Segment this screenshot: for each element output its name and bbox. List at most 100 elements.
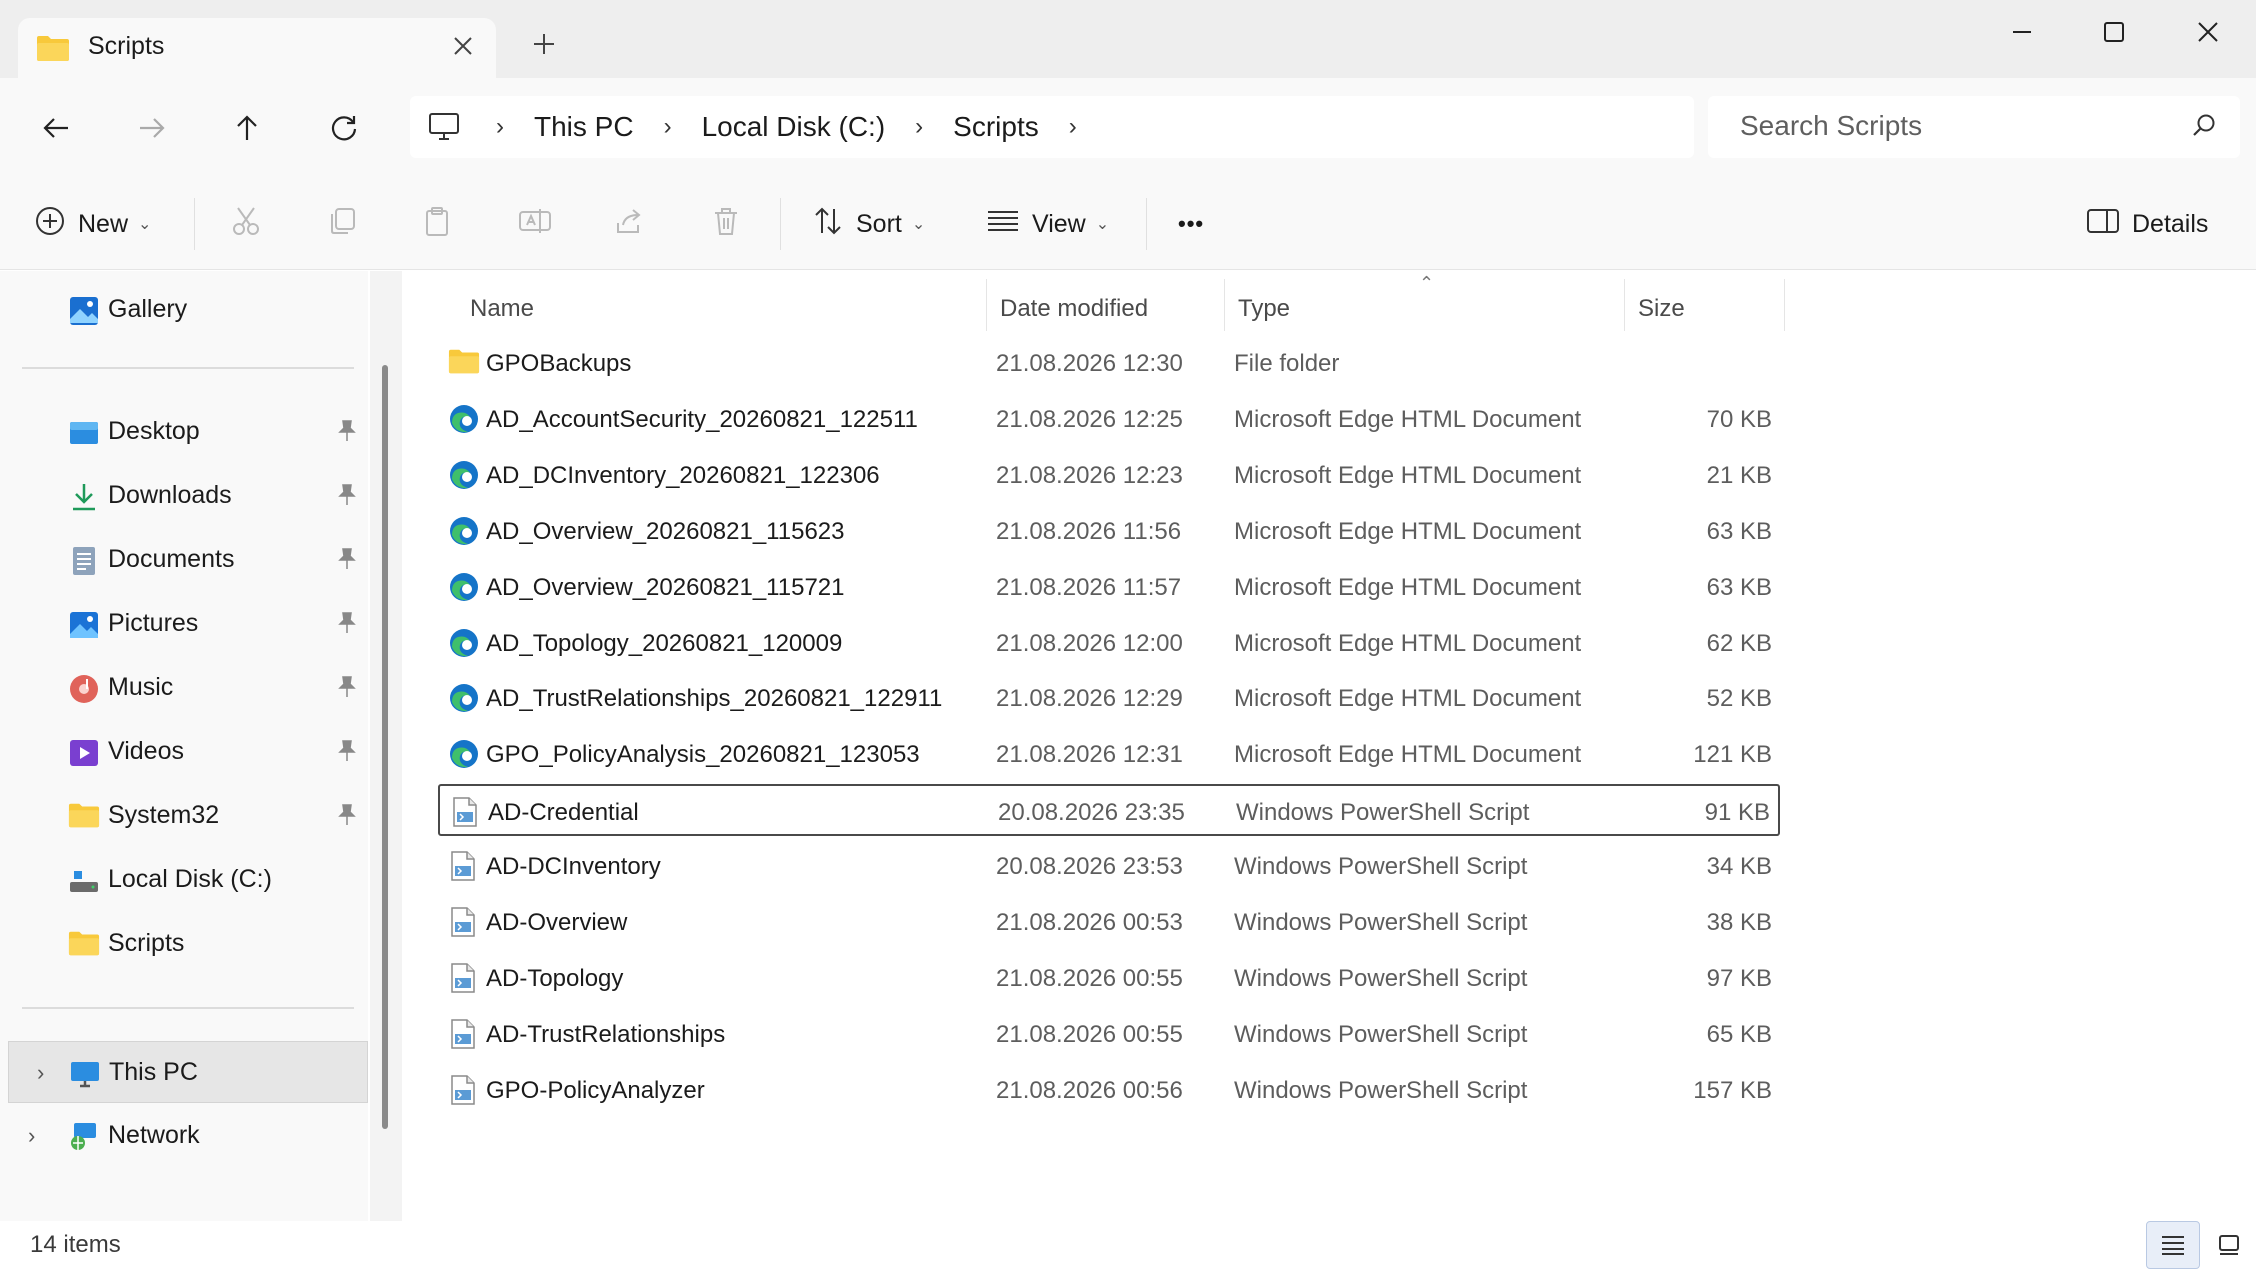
details-view-button[interactable] <box>2146 1221 2200 1269</box>
tiles-view-button[interactable] <box>2202 1221 2256 1269</box>
sidebar-item-videos[interactable]: Videos <box>0 721 362 783</box>
file-row[interactable]: AD-DCInventory 20.08.2026 23:53 Windows Po… <box>438 840 1780 892</box>
videos-icon <box>68 737 100 769</box>
sidebar-item-documents[interactable]: Documents <box>0 529 362 591</box>
divider <box>1146 198 1147 250</box>
more-options-button[interactable]: ••• <box>1178 202 1204 246</box>
file-row[interactable]: GPO_PolicyAnalysis_20260821_123053 21.08.… <box>438 728 1780 780</box>
sidebar-item-local-disk[interactable]: Local Disk (C:) <box>0 849 362 911</box>
up-button[interactable] <box>225 106 269 150</box>
sidebar-item-this-pc[interactable]: › This PC <box>8 1041 368 1103</box>
details-label: Details <box>2132 209 2209 238</box>
edge-html-icon <box>448 403 482 437</box>
refresh-button[interactable] <box>322 106 366 150</box>
file-row[interactable]: AD_DCInventory_20260821_122306 21.08.2026… <box>438 449 1780 501</box>
file-row[interactable]: AD_Overview_20260821_115721 21.08.2026 11… <box>438 561 1780 613</box>
new-label: New <box>78 209 129 238</box>
column-header-type[interactable]: Type <box>1238 279 1290 339</box>
pin-icon[interactable] <box>336 611 358 642</box>
edge-html-icon <box>448 459 482 493</box>
chevron-right-icon[interactable]: › <box>1053 113 1093 141</box>
column-divider[interactable] <box>1784 279 1785 331</box>
sidebar-item-music[interactable]: Music <box>0 657 362 719</box>
file-row[interactable]: AD_TrustRelationships_20260821_122911 21.… <box>438 672 1780 724</box>
breadcrumb-scripts[interactable]: Scripts <box>939 111 1053 143</box>
status-bar: 14 items <box>0 1221 2256 1271</box>
chevron-right-icon[interactable]: › <box>37 1060 44 1086</box>
command-bar: New ⌄ Sort ⌄ View ⌄ ••• Details <box>0 178 2256 270</box>
chevron-right-icon[interactable]: › <box>899 113 939 141</box>
pin-icon[interactable] <box>336 483 358 514</box>
file-name: AD-Topology <box>486 965 624 992</box>
search-input[interactable]: Search Scripts <box>1708 96 2240 158</box>
pin-icon[interactable] <box>336 675 358 706</box>
minimize-button[interactable] <box>1994 14 2050 50</box>
tab-close-icon[interactable] <box>448 32 478 64</box>
file-type: Microsoft Edge HTML Document <box>1234 685 1582 712</box>
file-size: 121 KB <box>1693 741 1772 768</box>
divider <box>194 198 195 250</box>
divider <box>22 367 354 369</box>
file-row[interactable]: AD-Topology 21.08.2026 00:55 Windows Power… <box>438 952 1780 1004</box>
back-button[interactable] <box>34 106 78 150</box>
file-date: 21.08.2026 11:57 <box>996 574 1182 601</box>
file-row[interactable]: AD_Overview_20260821_115623 21.08.2026 11… <box>438 505 1780 557</box>
column-header-name[interactable]: Name <box>470 279 534 339</box>
file-size: 62 KB <box>1706 630 1772 657</box>
breadcrumb-this-pc[interactable]: This PC <box>520 111 648 143</box>
pin-icon[interactable] <box>336 739 358 770</box>
share-button[interactable] <box>614 202 646 246</box>
tab-scripts[interactable]: Scripts <box>18 18 496 80</box>
paste-button[interactable] <box>422 202 454 246</box>
chevron-right-icon[interactable]: › <box>480 113 520 141</box>
sort-button[interactable]: Sort ⌄ <box>812 202 925 246</box>
pin-icon[interactable] <box>336 419 358 450</box>
file-row[interactable]: AD-Credential 20.08.2026 23:35 Windows Pow… <box>438 784 1780 836</box>
file-row[interactable]: AD_Topology_20260821_120009 21.08.2026 12… <box>438 617 1780 669</box>
breadcrumb-local-disk[interactable]: Local Disk (C:) <box>688 111 900 143</box>
copy-button[interactable] <box>326 202 358 246</box>
delete-button[interactable] <box>710 202 742 246</box>
view-button[interactable]: View ⌄ <box>986 202 1109 246</box>
column-header-size[interactable]: Size <box>1638 279 1685 339</box>
search-icon[interactable] <box>2190 112 2218 145</box>
sidebar-item-pictures[interactable]: Pictures <box>0 593 362 655</box>
file-date: 21.08.2026 12:25 <box>996 406 1183 433</box>
file-row[interactable]: AD_AccountSecurity_20260821_122511 21.08.… <box>438 393 1780 445</box>
column-divider[interactable] <box>986 279 987 331</box>
rename-button[interactable] <box>518 202 552 246</box>
sidebar-item-network[interactable]: › Network <box>0 1105 362 1167</box>
edge-html-icon <box>448 682 482 716</box>
file-row[interactable]: GPOBackups 21.08.2026 12:30 File folder <box>438 337 1780 389</box>
file-type: Windows PowerShell Script <box>1234 1077 1528 1104</box>
chevron-right-icon[interactable]: › <box>28 1123 35 1149</box>
column-header-date[interactable]: Date modified <box>1000 279 1148 339</box>
sidebar-scrollbar[interactable] <box>382 365 388 1129</box>
sidebar-item-gallery[interactable]: Gallery <box>0 279 362 341</box>
sidebar-item-desktop[interactable]: Desktop <box>0 401 362 463</box>
pin-icon[interactable] <box>336 803 358 834</box>
new-button[interactable]: New ⌄ <box>34 202 151 246</box>
file-row[interactable]: AD-TrustRelationships 21.08.2026 00:55 Win… <box>438 1008 1780 1060</box>
folder-icon <box>68 929 100 961</box>
file-row[interactable]: AD-Overview 21.08.2026 00:53 Windows Power… <box>438 896 1780 948</box>
address-bar[interactable]: › This PC › Local Disk (C:) › Scripts › <box>410 96 1694 158</box>
divider <box>780 198 781 250</box>
sidebar-item-scripts[interactable]: Scripts <box>0 913 362 975</box>
file-date: 21.08.2026 00:53 <box>996 909 1183 936</box>
trash-icon <box>710 205 742 244</box>
pin-icon[interactable] <box>336 547 358 578</box>
sidebar-item-system32[interactable]: System32 <box>0 785 362 847</box>
close-window-button[interactable] <box>2180 14 2236 50</box>
details-pane-button[interactable]: Details <box>2086 202 2208 246</box>
maximize-button[interactable] <box>2086 14 2142 50</box>
sidebar-item-downloads[interactable]: Downloads <box>0 465 362 527</box>
forward-button[interactable] <box>130 106 174 150</box>
file-row[interactable]: GPO-PolicyAnalyzer 21.08.2026 00:56 Window… <box>438 1064 1780 1116</box>
monitor-icon[interactable] <box>428 112 480 142</box>
cut-button[interactable] <box>230 202 262 246</box>
column-divider[interactable] <box>1624 279 1625 331</box>
column-divider[interactable] <box>1224 279 1225 331</box>
chevron-right-icon[interactable]: › <box>648 113 688 141</box>
new-tab-button[interactable] <box>526 26 562 62</box>
